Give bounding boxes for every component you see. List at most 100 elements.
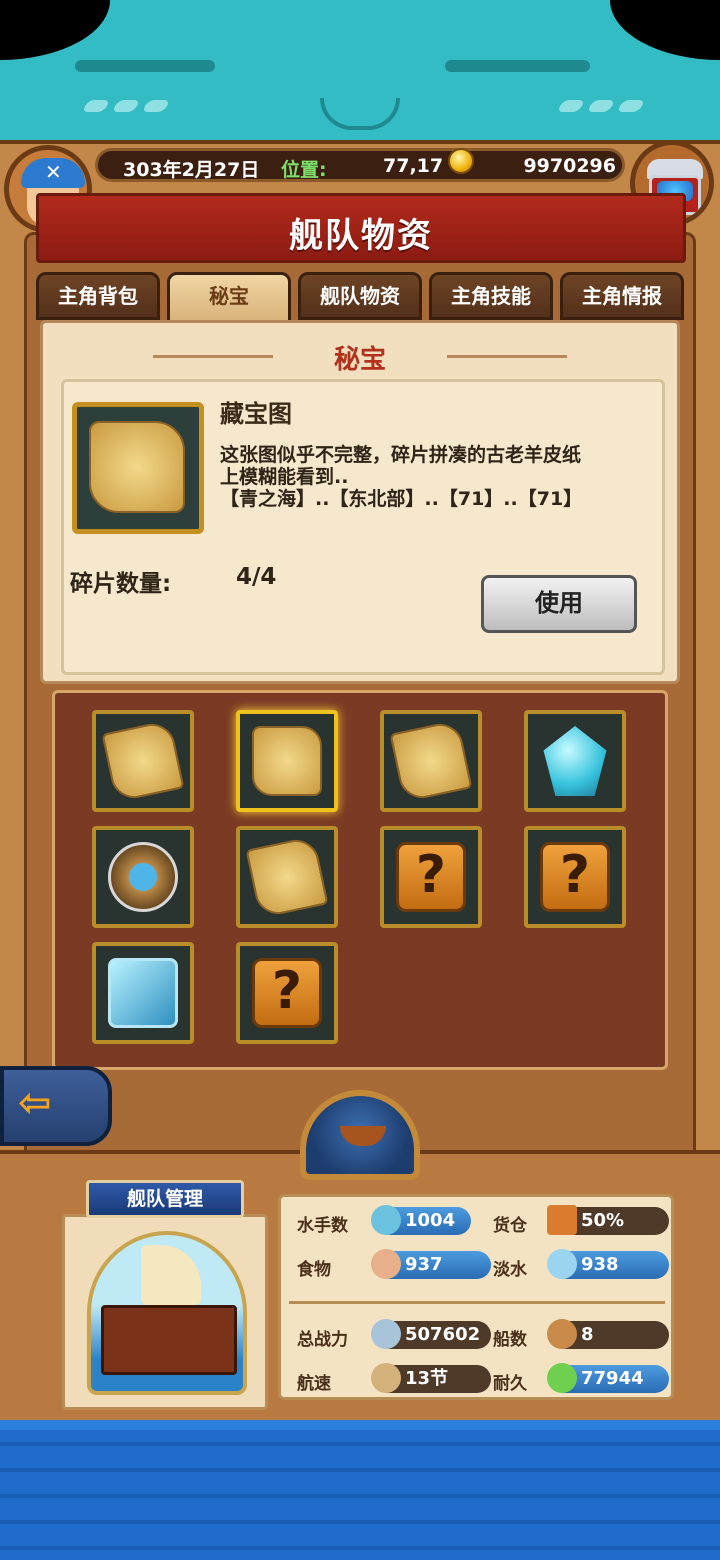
crystal-icon bbox=[543, 726, 607, 796]
inventory-slot[interactable] bbox=[524, 710, 626, 812]
tick bbox=[586, 100, 616, 112]
water-label: 淡水 bbox=[493, 1260, 527, 1280]
durability-bar: 77944 bbox=[547, 1363, 669, 1393]
info-bar: 303年2月27日 位置: 77,17 9970296 bbox=[95, 148, 625, 182]
map-fragment-icon bbox=[389, 719, 473, 803]
ear-left bbox=[0, 0, 110, 60]
brow-left bbox=[75, 60, 215, 72]
stats-divider bbox=[289, 1301, 665, 1304]
tab-treasure[interactable]: 秘宝 bbox=[167, 272, 291, 324]
gold-coin-icon bbox=[448, 148, 474, 174]
cargo-label: 货仓 bbox=[493, 1216, 527, 1236]
ear-right bbox=[610, 0, 720, 60]
inventory-slot-selected[interactable] bbox=[236, 710, 338, 812]
tab-hero-info[interactable]: 主角情报 bbox=[560, 272, 684, 320]
unknown-item-icon: ? bbox=[540, 842, 610, 912]
inventory-slot[interactable]: ? bbox=[380, 826, 482, 928]
tab-fleet-supplies[interactable]: 舰队物资 bbox=[298, 272, 422, 320]
page-title: 舰队物资 bbox=[289, 216, 433, 256]
ship-icon bbox=[340, 1126, 386, 1146]
speed-value: 13节 bbox=[405, 1368, 449, 1389]
fragment-count-value: 4/4 bbox=[236, 564, 277, 590]
tab-hero-skills[interactable]: 主角技能 bbox=[429, 272, 553, 320]
gold-value: 9970296 bbox=[523, 155, 616, 177]
inventory-slot[interactable] bbox=[92, 942, 194, 1044]
inventory-slot[interactable] bbox=[92, 826, 194, 928]
water-value: 938 bbox=[581, 1254, 619, 1275]
repair-icon bbox=[547, 1363, 577, 1393]
ships-value: 8 bbox=[581, 1324, 594, 1345]
section-title: 秘宝 bbox=[333, 345, 386, 375]
game-date: 303年2月27日 bbox=[123, 159, 260, 181]
tick bbox=[111, 100, 141, 112]
map-fragment-icon bbox=[245, 835, 329, 919]
food-value: 937 bbox=[405, 1254, 443, 1275]
power-label: 总战力 bbox=[297, 1330, 348, 1350]
sailors-bar: 1004 bbox=[371, 1205, 471, 1235]
cat-mouth bbox=[320, 98, 400, 130]
top-banner bbox=[0, 0, 720, 150]
inventory-slot[interactable]: ? bbox=[236, 942, 338, 1044]
cargo-crate-icon bbox=[547, 1205, 577, 1235]
food-label: 食物 bbox=[297, 1260, 331, 1280]
tick bbox=[141, 100, 171, 112]
unknown-item-icon: ? bbox=[396, 842, 466, 912]
water-bar: 938 bbox=[547, 1249, 669, 1279]
speed-bar: 13节 bbox=[371, 1363, 491, 1393]
brow-right bbox=[445, 60, 590, 72]
tab-hero-bag[interactable]: 主角背包 bbox=[36, 272, 160, 320]
tab-bar: 主角背包 秘宝 舰队物资 主角技能 主角情报 bbox=[36, 272, 684, 324]
cargo-bar: 50% bbox=[547, 1205, 669, 1235]
ship-sail bbox=[141, 1245, 201, 1305]
page-title-bar: 舰队物资 bbox=[36, 193, 686, 263]
fleet-stats-panel: 水手数 1004 货仓 50% 食物 937 淡水 938 总战力 507602… bbox=[278, 1194, 674, 1400]
compass-icon bbox=[108, 842, 178, 912]
inventory-slot[interactable]: ? bbox=[524, 826, 626, 928]
power-value: 507602 bbox=[405, 1324, 481, 1345]
crossed-swords-icon bbox=[371, 1319, 401, 1349]
position-label: 位置: bbox=[281, 159, 327, 181]
bottom-waves bbox=[0, 1420, 720, 1560]
map-fragment-icon bbox=[101, 719, 185, 803]
speed-label: 航速 bbox=[297, 1374, 331, 1394]
use-button[interactable]: 使用 bbox=[481, 575, 637, 633]
ships-bar: 8 bbox=[547, 1319, 669, 1349]
back-arrow-icon: ⇦ bbox=[18, 1080, 52, 1126]
tick bbox=[556, 100, 586, 112]
sailor-icon bbox=[371, 1205, 401, 1235]
tick bbox=[81, 100, 111, 112]
sailors-label: 水手数 bbox=[297, 1216, 348, 1236]
selected-item-icon bbox=[72, 402, 204, 534]
durability-value: 77944 bbox=[581, 1368, 644, 1389]
sailors-value: 1004 bbox=[405, 1210, 456, 1231]
back-button[interactable]: ⇦ bbox=[0, 1066, 112, 1146]
ship-portrait bbox=[87, 1231, 247, 1395]
water-jar-icon bbox=[547, 1249, 577, 1279]
item-desc-line: 这张图似乎不完整，碎片拼凑的古老羊皮纸 bbox=[220, 444, 582, 466]
power-bar: 507602 bbox=[371, 1319, 491, 1349]
treasure-map-icon bbox=[252, 726, 322, 796]
ice-cube-icon bbox=[108, 958, 178, 1028]
unknown-item-icon: ? bbox=[252, 958, 322, 1028]
meat-icon bbox=[371, 1249, 401, 1279]
item-desc-line: 【青之海】..【东北部】..【71】..【71】 bbox=[220, 488, 583, 510]
food-bar: 937 bbox=[371, 1249, 491, 1279]
treasure-map-icon bbox=[89, 421, 185, 513]
inventory-slot[interactable] bbox=[92, 710, 194, 812]
item-name: 藏宝图 bbox=[220, 400, 292, 428]
inventory-slot[interactable] bbox=[380, 710, 482, 812]
tick bbox=[616, 100, 646, 112]
durability-label: 耐久 bbox=[493, 1374, 527, 1394]
ships-label: 船数 bbox=[493, 1330, 527, 1350]
fleet-management-title[interactable]: 舰队管理 bbox=[86, 1180, 244, 1218]
ship-hull bbox=[101, 1305, 237, 1375]
ship-count-icon bbox=[547, 1319, 577, 1349]
cargo-value: 50% bbox=[581, 1210, 625, 1231]
inventory-slot[interactable] bbox=[236, 826, 338, 928]
ship-portrait-frame[interactable] bbox=[62, 1214, 268, 1410]
position-value: 77,17 bbox=[383, 155, 444, 177]
item-desc-line: 上模糊能看到.. bbox=[220, 466, 349, 488]
fragment-count-label: 碎片数量: bbox=[70, 571, 172, 597]
hat-emblem-icon: ✕ bbox=[45, 160, 62, 184]
item-description: 这张图似乎不完整，碎片拼凑的古老羊皮纸 上模糊能看到.. 【青之海】..【东北部… bbox=[220, 444, 650, 510]
